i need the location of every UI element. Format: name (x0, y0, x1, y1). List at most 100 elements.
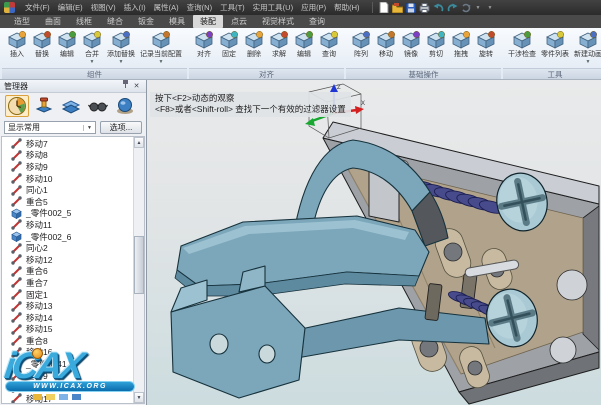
tree-item[interactable]: 移动11 (2, 219, 132, 231)
tree-item[interactable]: 移动16 (2, 347, 132, 359)
open-file-icon[interactable] (392, 3, 403, 13)
qat-dropdown-icon[interactable]: ▼ (474, 5, 483, 11)
tree-item[interactable]: 重合7 (2, 277, 132, 289)
scrollbar-track[interactable] (134, 148, 144, 392)
tree-item[interactable]: 同心1 (2, 184, 132, 196)
interference-check-button[interactable]: 干涉检查 (506, 29, 538, 68)
tree-item[interactable]: _零件0041_1 (2, 358, 132, 370)
ribbon-tab-2[interactable]: 线框 (69, 15, 99, 28)
tree-item[interactable]: 移动12 (2, 254, 132, 266)
menu-item-4[interactable]: 属性(A) (150, 0, 183, 15)
align-button[interactable]: 对齐 (192, 29, 216, 68)
display-filter-value: 显示常用 (8, 122, 40, 133)
tree-item[interactable]: 平行1 (2, 381, 132, 393)
tree-item[interactable]: 重合9 (2, 370, 132, 382)
tree-item[interactable]: 重合8 (2, 335, 132, 347)
new-file-icon[interactable] (379, 2, 389, 13)
tree-item[interactable]: 移动15 (2, 324, 132, 336)
edit-component-button[interactable]: 编辑 (55, 29, 79, 68)
close-panel-icon[interactable]: ✕ (131, 81, 142, 92)
tree-item[interactable]: 重合6 (2, 266, 132, 278)
menu-item-8[interactable]: 应用(P) (297, 0, 330, 15)
chevron-down-icon[interactable]: ▼ (159, 59, 164, 65)
tree-item[interactable]: 移动7 (2, 138, 132, 150)
cut-button[interactable]: 剪切 (424, 29, 448, 68)
solve-button[interactable]: 求解 (267, 29, 291, 68)
ribbon-tab-1[interactable]: 曲面 (38, 15, 68, 28)
tree-item[interactable]: 重合5 (2, 196, 132, 208)
chevron-down-icon[interactable]: ▼ (119, 59, 124, 65)
manager-tab-visibility[interactable] (86, 95, 110, 117)
tree-scrollbar[interactable]: ▲ ▼ (133, 137, 144, 403)
add-replace-button[interactable]: 添加替换▼ (105, 29, 137, 68)
ribbon-tab-9[interactable]: 查询 (302, 15, 332, 28)
tree-item[interactable]: 固定1 (2, 289, 132, 301)
pin-icon[interactable] (120, 80, 131, 92)
viewport-3d[interactable]: Z X 按下<F2>动态的观察 <F8>或者<Shift-roll> 查找下一个… (147, 80, 601, 405)
manager-tab-history[interactable] (5, 95, 29, 117)
print-icon[interactable] (419, 3, 430, 13)
model-canvas[interactable]: Z X (147, 80, 600, 405)
menu-item-0[interactable]: 文件(F) (21, 0, 54, 15)
scroll-up-icon[interactable]: ▲ (134, 137, 144, 148)
menu-item-6[interactable]: 工具(T) (216, 0, 249, 15)
new-animation-button[interactable]: 新建动画▼ (572, 29, 601, 68)
assembly-tree: 移动7移动8移动9移动10同心1重合5_零件002_5移动11_零件002_6同… (1, 136, 145, 404)
tree-item[interactable]: 移动9 (2, 161, 132, 173)
qat-overflow-icon[interactable]: ▼ (485, 5, 494, 11)
menu-item-2[interactable]: 视图(V) (87, 0, 120, 15)
ribbon-tab-4[interactable]: 钣金 (131, 15, 161, 28)
manager-tab-assembly[interactable] (32, 95, 56, 117)
menu-item-9[interactable]: 帮助(H) (330, 0, 363, 15)
ribbon-tab-5[interactable]: 模具 (162, 15, 192, 28)
ribbon-tab-7[interactable]: 点云 (224, 15, 254, 28)
manager-tab-layers[interactable] (59, 95, 83, 117)
ribbon-tab-0[interactable]: 造型 (7, 15, 37, 28)
ribbon-tab-3[interactable]: 缝合 (100, 15, 130, 28)
replace-component-button[interactable]: 替换 (30, 29, 54, 68)
tree-item[interactable]: 移动14 (2, 312, 132, 324)
drag-button[interactable]: 拖拽 (449, 29, 473, 68)
status-prompt: 按下<F2>动态的观察 <F8>或者<Shift-roll> 查找下一个有效的过… (150, 92, 351, 117)
ribbon-tab-8[interactable]: 视觉样式 (255, 15, 301, 28)
query-constraint-button[interactable]: 查询 (317, 29, 341, 68)
tree-item[interactable]: 移动13 (2, 300, 132, 312)
tree-item[interactable]: 移动17 (2, 393, 132, 404)
insert-component-button[interactable]: 插入 (5, 29, 29, 68)
rotate-button[interactable]: 旋转 (474, 29, 498, 68)
tree-item[interactable]: 同心2 (2, 242, 132, 254)
ribbon-tab-6[interactable]: 装配 (193, 15, 223, 28)
move-button[interactable]: 移动 (374, 29, 398, 68)
options-button[interactable]: 选项... (100, 121, 142, 134)
fix-button[interactable]: 固定 (217, 29, 241, 68)
menu-item-5[interactable]: 查询(N) (183, 0, 216, 15)
edit-constraint-icon (294, 29, 314, 50)
menu-item-7[interactable]: 实用工具(U) (249, 0, 297, 15)
display-filter-dropdown[interactable]: 显示常用 ▼ (4, 121, 96, 134)
manager-tab-view[interactable] (113, 95, 137, 117)
constraint-icon (11, 347, 23, 358)
parts-list-button[interactable]: 零件列表 (539, 29, 571, 68)
tree-item[interactable]: _零件002_5 (2, 208, 132, 220)
delete-constraint-button[interactable]: 删除 (242, 29, 266, 68)
save-icon[interactable] (406, 3, 416, 13)
chevron-down-icon[interactable]: ▼ (90, 59, 95, 65)
tree-item[interactable]: 移动8 (2, 150, 132, 162)
tree-item[interactable]: _零件002_6 (2, 231, 132, 243)
menu-item-3[interactable]: 插入(I) (120, 0, 150, 15)
mirror-button[interactable]: 镜像 (399, 29, 423, 68)
record-config-button[interactable]: 记录当前配置▼ (138, 29, 184, 68)
redo-icon[interactable] (447, 3, 458, 12)
menu-item-1[interactable]: 编辑(E) (54, 0, 87, 15)
merge-button[interactable]: 合并▼ (80, 29, 104, 68)
scroll-down-icon[interactable]: ▼ (134, 392, 144, 403)
pattern-button[interactable]: 阵列 (349, 29, 373, 68)
tree-item[interactable]: 移动10 (2, 173, 132, 185)
part-icon (11, 208, 23, 219)
refresh-icon[interactable] (461, 3, 471, 13)
constraint-icon (11, 196, 23, 207)
undo-icon[interactable] (433, 3, 444, 12)
chevron-down-icon[interactable]: ▼ (586, 59, 591, 65)
scrollbar-thumb[interactable] (134, 236, 144, 295)
edit-constraint-button[interactable]: 编辑 (292, 29, 316, 68)
